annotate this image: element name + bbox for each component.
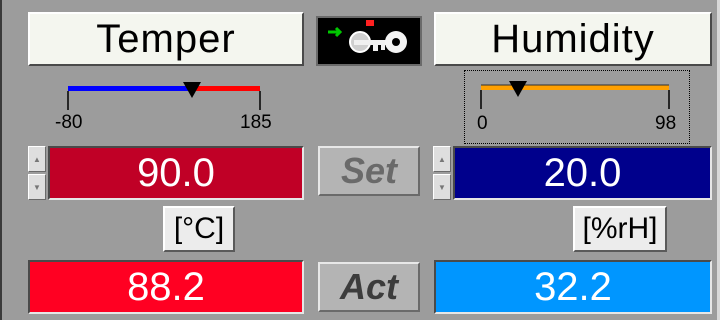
temperature-scale-min: -80: [55, 112, 83, 133]
humidity-spin-down-button[interactable]: ▼: [433, 174, 451, 200]
humidity-scale-max: 98: [655, 113, 677, 134]
act-label: Act: [318, 262, 420, 312]
temperature-setpoint-field[interactable]: 90.0: [48, 146, 304, 200]
set-label: Set: [318, 146, 420, 196]
temperature-range-scale: -80 185: [52, 76, 288, 140]
temperature-scale-bar: [67, 82, 261, 110]
temperature-title: Temper: [28, 12, 304, 66]
temperature-unit-label: [°C]: [163, 206, 235, 252]
humidity-spin-up-button[interactable]: ▲: [433, 146, 451, 172]
temperature-actual-value: 88.2: [28, 260, 304, 314]
humidity-range-scale[interactable]: 0 98: [464, 70, 690, 144]
key-switch-icon: [328, 20, 407, 53]
temperature-scale-max: 185: [240, 112, 272, 133]
humidity-setpoint-field[interactable]: 20.0: [453, 146, 712, 200]
humidity-scale-min: 0: [477, 113, 488, 134]
key-switch-button[interactable]: [316, 16, 422, 66]
humidity-spinner[interactable]: ▲ ▼: [433, 146, 451, 200]
humidity-actual-value: 32.2: [434, 260, 712, 314]
window-left-edge: [0, 0, 2, 320]
temperature-spin-down-button[interactable]: ▼: [28, 174, 46, 200]
humidity-unit-label: [%rH]: [573, 206, 667, 252]
temperature-spinner[interactable]: ▲ ▼: [28, 146, 46, 200]
humidity-title: Humidity: [434, 12, 712, 66]
temperature-spin-up-button[interactable]: ▲: [28, 146, 46, 172]
humidity-scale-bar: [480, 81, 670, 109]
